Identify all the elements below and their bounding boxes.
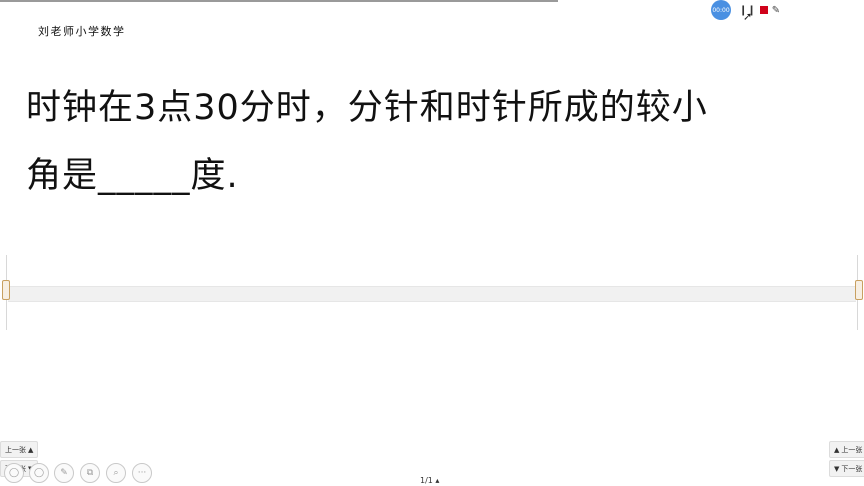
prev-page-button-left[interactable]: 上一张 ▲	[0, 441, 39, 458]
question-line-2: 角是_____度.	[26, 156, 239, 196]
stop-icon[interactable]	[759, 6, 768, 14]
pen-tool-icon[interactable]: ✎	[54, 463, 74, 483]
shape-tool-icon[interactable]: ◯	[29, 463, 49, 483]
down-arrow-icon: ▼	[834, 464, 840, 473]
left-drag-handle[interactable]	[2, 280, 10, 300]
scroll-band[interactable]	[8, 286, 856, 302]
more-tool-icon[interactable]: ···	[132, 463, 152, 483]
mouse-cursor-icon: ➚	[743, 10, 753, 23]
page-indicator[interactable]: 1/1 ▴	[420, 476, 439, 485]
pen-icon[interactable]: ✎	[772, 5, 780, 16]
up-arrow-icon: ▲	[28, 445, 34, 454]
question-text: 时钟在3点30分时，分针和时针所成的较小 角是_____度.	[26, 74, 846, 210]
circle-tool-icon[interactable]: ◯	[4, 463, 24, 483]
next-label: 下一张	[841, 464, 863, 473]
recorder-timer[interactable]: 00:00	[711, 0, 731, 20]
brand-title: 刘老师小学数学	[38, 25, 126, 38]
copy-tool-icon[interactable]: ⧉	[80, 463, 100, 483]
zoom-tool-icon[interactable]: ⌕	[106, 463, 126, 483]
next-page-button-right[interactable]: ▼ 下一张	[829, 460, 864, 477]
right-drag-handle[interactable]	[855, 280, 863, 300]
prev-label: 上一张	[841, 445, 863, 454]
question-line-1: 时钟在3点30分时，分针和时针所成的较小	[26, 88, 708, 128]
up-arrow-icon: ▲	[834, 445, 840, 454]
prev-page-button-right[interactable]: ▲ 上一张	[829, 441, 864, 458]
top-rule	[0, 0, 558, 2]
prev-label: 上一张	[5, 445, 26, 454]
